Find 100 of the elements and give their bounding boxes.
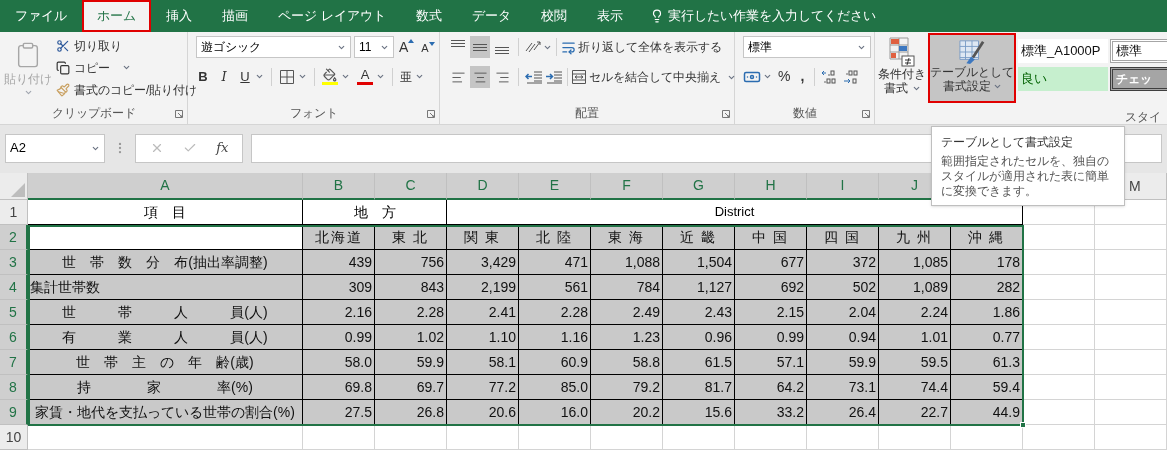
- grid-cell[interactable]: [951, 425, 1023, 450]
- phonetic-button[interactable]: 亜: [400, 67, 412, 86]
- grid-cell[interactable]: [303, 425, 375, 450]
- italic-button[interactable]: I: [217, 67, 231, 87]
- increase-decimal-icon[interactable]: [821, 68, 838, 85]
- cut-button[interactable]: 切り取り: [56, 36, 198, 55]
- row-header[interactable]: 1: [0, 200, 28, 225]
- row-header[interactable]: 6: [0, 325, 28, 350]
- conditional-format-button[interactable]: 条件付き 書式: [878, 33, 926, 95]
- text-orientation-icon[interactable]: [525, 41, 541, 53]
- column-header[interactable]: I: [807, 173, 879, 200]
- grid-cell[interactable]: [1095, 325, 1167, 350]
- row-header[interactable]: 10: [0, 425, 28, 450]
- vertical-align-button[interactable]: [470, 36, 490, 58]
- font-name-field[interactable]: 遊ゴシック: [196, 36, 351, 58]
- dialog-launcher-icon[interactable]: [862, 110, 870, 118]
- active-cell[interactable]: [28, 225, 303, 250]
- row-header[interactable]: 8: [0, 375, 28, 400]
- column-header[interactable]: D: [447, 173, 519, 200]
- ribbon-tab[interactable]: ページ レイアウト: [263, 0, 401, 32]
- grid-cell[interactable]: [1095, 375, 1167, 400]
- shrink-font-button[interactable]: A: [419, 37, 437, 57]
- grid-cell[interactable]: [663, 425, 735, 450]
- grid-cell[interactable]: [519, 425, 591, 450]
- number-format-field[interactable]: 標準: [743, 36, 871, 58]
- cell-style-option[interactable]: 良い: [1018, 67, 1108, 91]
- column-header[interactable]: F: [591, 173, 663, 200]
- insert-function-button[interactable]: fx: [216, 138, 229, 158]
- ribbon-tab[interactable]: 表示: [581, 0, 638, 32]
- grid-cell[interactable]: [1023, 425, 1095, 450]
- dialog-launcher-icon[interactable]: [722, 110, 730, 118]
- ribbon-tab[interactable]: 数式: [400, 0, 457, 32]
- grid-cell[interactable]: [735, 425, 807, 450]
- grid-cell[interactable]: [1095, 200, 1167, 225]
- grid-cell[interactable]: [1023, 325, 1095, 350]
- column-header[interactable]: M: [1129, 175, 1141, 197]
- bold-button[interactable]: B: [196, 67, 210, 87]
- grid-cell[interactable]: [1095, 250, 1167, 275]
- ribbon-tab[interactable]: 校閲: [525, 0, 582, 32]
- ribbon-tab[interactable]: 挿入: [151, 0, 207, 32]
- ribbon-tab[interactable]: データ: [456, 0, 526, 32]
- grid-cell[interactable]: [1023, 275, 1095, 300]
- grid-cell[interactable]: [1095, 275, 1167, 300]
- copy-button[interactable]: コピー: [56, 58, 198, 77]
- grid-cell[interactable]: [1095, 400, 1167, 425]
- row-header[interactable]: 4: [0, 275, 28, 300]
- column-header[interactable]: B: [303, 173, 375, 200]
- grid-cell[interactable]: [1023, 300, 1095, 325]
- grid-cell[interactable]: [1095, 425, 1167, 450]
- row-header[interactable]: 5: [0, 300, 28, 325]
- underline-button[interactable]: U: [238, 67, 252, 87]
- decrease-decimal-icon[interactable]: [843, 68, 860, 85]
- font-color-button[interactable]: A: [357, 68, 373, 86]
- grid-cell[interactable]: [879, 425, 951, 450]
- row-header[interactable]: 2: [0, 225, 28, 250]
- font-size-field[interactable]: 11: [354, 36, 394, 58]
- grid-cell[interactable]: [447, 425, 519, 450]
- dialog-launcher-icon[interactable]: [175, 110, 183, 118]
- increase-indent-icon[interactable]: [545, 70, 563, 84]
- name-box[interactable]: A2: [5, 133, 105, 163]
- row-header[interactable]: 3: [0, 250, 28, 275]
- grid-cell[interactable]: [1023, 350, 1095, 375]
- cell-style-option[interactable]: 標準: [1110, 39, 1167, 63]
- column-header[interactable]: G: [663, 173, 735, 200]
- wrap-text-button[interactable]: 折り返して全体を表示する: [561, 38, 722, 56]
- grid-cell[interactable]: [1095, 225, 1167, 250]
- table-cell: 20.6: [447, 400, 519, 425]
- borders-icon[interactable]: [279, 68, 295, 85]
- horizontal-align-button[interactable]: [470, 66, 490, 88]
- grid-cell[interactable]: [1023, 250, 1095, 275]
- fill-color-button[interactable]: [322, 68, 338, 86]
- grid-cell[interactable]: [375, 425, 447, 450]
- grid-cell[interactable]: [1095, 350, 1167, 375]
- ribbon-tab[interactable]: ファイル: [0, 0, 82, 32]
- column-header[interactable]: C: [375, 173, 447, 200]
- merge-center-button[interactable]: セルを結合して中央揃え: [572, 68, 736, 86]
- format-as-table-button[interactable]: テーブルとして 書式設定: [928, 33, 1016, 103]
- row-header[interactable]: 9: [0, 400, 28, 425]
- fill-handle[interactable]: [1020, 422, 1026, 428]
- ribbon-tab[interactable]: 描画: [207, 0, 263, 32]
- tell-me-field[interactable]: 実行したい作業を入力してください: [637, 0, 888, 32]
- dialog-launcher-icon[interactable]: [427, 110, 435, 118]
- grid-cell[interactable]: [807, 425, 879, 450]
- percent-button[interactable]: %: [778, 66, 791, 87]
- column-header[interactable]: A: [28, 173, 303, 200]
- column-header[interactable]: E: [519, 173, 591, 200]
- grid-cell[interactable]: [1023, 225, 1095, 250]
- grid-cell[interactable]: [591, 425, 663, 450]
- grid-cell[interactable]: [28, 425, 303, 450]
- grid-cell[interactable]: [1023, 400, 1095, 425]
- comma-button[interactable]: ,: [796, 66, 809, 87]
- ribbon-tab[interactable]: ホーム: [82, 0, 151, 32]
- cell-style-option[interactable]: 標準_A1000P: [1018, 39, 1108, 63]
- format-painter-button[interactable]: 書式のコピー/貼り付け: [56, 80, 198, 99]
- row-header[interactable]: 7: [0, 350, 28, 375]
- decrease-indent-icon[interactable]: [525, 70, 543, 84]
- column-header[interactable]: H: [735, 173, 807, 200]
- grid-cell[interactable]: [1023, 375, 1095, 400]
- grid-cell[interactable]: [1095, 300, 1167, 325]
- grow-font-button[interactable]: A: [397, 36, 417, 58]
